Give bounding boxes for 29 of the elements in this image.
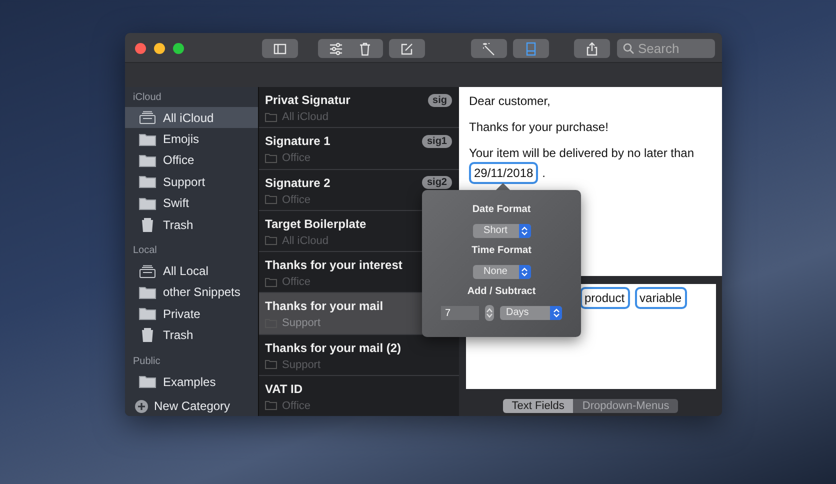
abbreviation-badge: sig1: [422, 134, 452, 148]
snippet-title: VAT ID: [265, 382, 303, 396]
snippet-title: Thanks for your mail (2): [265, 340, 402, 354]
snippet-title: Signature 2: [265, 176, 330, 190]
body-text: Thanks for your purchase!: [469, 120, 610, 134]
snippet-title: Thanks for your mail: [265, 299, 384, 314]
field-label: Add / Subtract: [467, 286, 536, 299]
snippet-folder: Support: [282, 358, 321, 370]
body-text: Dear customer,: [469, 94, 552, 108]
section-header: Public: [132, 354, 162, 369]
snippet-folder: Office: [282, 400, 311, 412]
snippet-title: Privat Signatur: [265, 93, 350, 107]
body-text: Your item will be delivered by no later than: [469, 146, 696, 160]
body-text: .: [542, 166, 546, 180]
snippet-folder: Office: [282, 152, 311, 164]
snippet-folder: Support: [282, 317, 321, 330]
section-header: iCloud: [132, 91, 162, 105]
snippet-title: Target Boilerplate: [265, 216, 366, 231]
snippet-title: Thanks for your interest: [265, 258, 402, 272]
snippet-folder: Office: [282, 194, 311, 206]
snippet-title: Signature 1: [265, 134, 330, 148]
snippet-folder: Office: [282, 276, 311, 288]
snippet-folder: All iCloud: [282, 111, 328, 123]
abbreviation-badge: sig: [428, 94, 452, 106]
field-label: Time Format: [472, 245, 532, 258]
abbreviation-badge: sig2: [422, 176, 452, 189]
field-label: Date Format: [472, 204, 531, 217]
snippet-folder: All iCloud: [282, 234, 328, 247]
section-header: Local: [132, 244, 158, 258]
